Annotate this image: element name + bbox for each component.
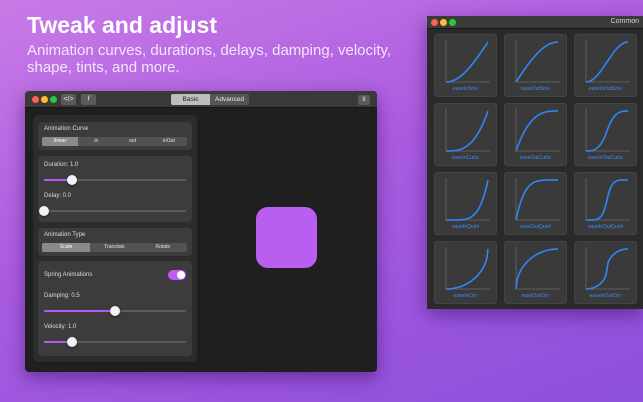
curves-minimize-button[interactable] — [440, 19, 447, 26]
curve-tile-easeincubic[interactable]: easeInCubic — [434, 103, 497, 166]
delay-label: Delay: 0.0 — [44, 193, 72, 199]
toggle-knob — [177, 271, 185, 279]
tab-advanced[interactable]: Advanced — [210, 94, 249, 105]
curve-line — [585, 248, 629, 290]
delay-slider[interactable] — [39, 206, 186, 216]
curve-option-in[interactable]: in — [78, 137, 114, 146]
curve-option-out[interactable]: out — [115, 137, 151, 146]
type-option-rotate[interactable]: Rotate — [139, 243, 187, 252]
pause-button[interactable]: II — [358, 95, 370, 105]
curve-tile-label: easeInCubic — [451, 155, 480, 161]
curve-tile-label: easeInOutSine — [588, 86, 623, 92]
curve-tile-easeoutsine[interactable]: easeOutSine — [504, 34, 567, 97]
curves-close-button[interactable] — [431, 19, 438, 26]
damping-slider-thumb[interactable] — [110, 306, 120, 316]
curve-axes — [445, 40, 490, 83]
velocity-slider-thumb[interactable] — [67, 337, 78, 347]
curve-tile-label: easeOutSine — [521, 86, 550, 92]
animation-type-selector: Scale Translate Rotate — [42, 243, 187, 252]
curve-tile-label: easeInOutCubic — [587, 155, 624, 161]
curve-option-inout[interactable]: inOut — [151, 137, 187, 146]
minimize-window-button[interactable] — [41, 96, 48, 103]
animation-curve-card: Animation Curve linear in out inOut — [38, 122, 192, 150]
curve-axes — [515, 40, 560, 83]
mode-tabs: Basic Advanced — [171, 94, 249, 105]
damping-slider[interactable] — [44, 306, 186, 316]
curve-line — [446, 179, 489, 221]
curve-tile-easeinoutsine[interactable]: easeInOutSine — [574, 34, 637, 97]
function-button[interactable]: f — [81, 94, 96, 105]
title-bar: </> f Basic Advanced II — [25, 91, 377, 108]
close-window-button[interactable] — [32, 96, 39, 103]
velocity-label: Velocity: 1.0 — [44, 324, 77, 330]
curve-tile-easeinoutquint[interactable]: easeInOutQuint — [574, 172, 637, 235]
spring-animations-label: Spring Animations — [44, 272, 93, 278]
curve-line — [515, 41, 559, 83]
settings-panel: Animation Curve linear in out inOut Dura… — [33, 115, 197, 362]
curve-tile-label: easeInOutCirc — [589, 293, 622, 299]
curves-window-title: Common — [610, 18, 639, 25]
zoom-window-button[interactable] — [50, 96, 57, 103]
curve-axes — [585, 247, 630, 290]
animation-curve-label: Animation Curve — [44, 126, 89, 132]
curve-tile-label: easeOutCubic — [519, 155, 552, 161]
code-button[interactable]: </> — [61, 94, 76, 105]
damping-slider-fill — [44, 310, 115, 312]
duration-slider[interactable] — [44, 175, 186, 185]
curve-tile-label: easeInOutQuint — [587, 224, 624, 230]
duration-slider-thumb[interactable] — [67, 175, 78, 185]
damping-label: Damping: 0.5 — [44, 293, 80, 299]
animation-type-card: Animation Type Scale Translate Rotate — [38, 228, 192, 256]
duration-label: Duration: 1.0 — [44, 162, 79, 168]
animation-curve-selector: linear in out inOut — [42, 137, 187, 146]
curve-option-linear[interactable]: linear — [42, 137, 79, 146]
curves-title-bar: Common — [427, 16, 643, 29]
spring-card: Spring Animations Damping: 0.5 Velocity:… — [38, 261, 192, 356]
tab-basic[interactable]: Basic — [171, 94, 210, 105]
curve-tile-easeinsine[interactable]: easeInSine — [434, 34, 497, 97]
curve-tile-easeinquint[interactable]: easeInQuint — [434, 172, 497, 235]
animation-preview-square — [256, 207, 317, 268]
curve-tile-easeoutcubic[interactable]: easeOutCubic — [504, 103, 567, 166]
velocity-slider[interactable] — [44, 337, 186, 347]
delay-slider-thumb[interactable] — [39, 206, 49, 216]
curve-tile-label: easeInSine — [452, 86, 479, 92]
main-window: </> f Basic Advanced II Animation Curve … — [25, 91, 377, 372]
curve-tile-label: easeOutCirc — [521, 293, 550, 299]
animation-type-label: Animation Type — [44, 232, 86, 238]
curve-line — [515, 248, 559, 290]
curves-window: Common easeInSine easeOutSine easeInOutSin… — [427, 16, 643, 309]
hero-title: Tweak and adjust — [27, 12, 218, 38]
curve-tile-easeincirc[interactable]: easeInCirc — [434, 241, 497, 304]
type-option-translate[interactable]: Translate — [90, 243, 138, 252]
curve-line — [585, 41, 629, 83]
type-option-scale[interactable]: Scale — [42, 243, 91, 252]
curve-tile-label: easeOutQuint — [520, 224, 551, 230]
curve-tile-easeinoutcubic[interactable]: easeInOutCubic — [574, 103, 637, 166]
curve-line — [586, 110, 628, 152]
curve-line — [445, 41, 489, 83]
curve-line — [515, 179, 558, 221]
curve-line — [515, 110, 558, 152]
curve-line — [446, 110, 489, 152]
curve-tile-easeoutcirc[interactable]: easeOutCirc — [504, 241, 567, 304]
hero-subtitle: Animation curves, durations, delays, dam… — [27, 42, 392, 76]
curve-tile-label: easeInQuint — [452, 224, 479, 230]
curve-tile-easeoutquint[interactable]: easeOutQuint — [504, 172, 567, 235]
timing-card: Duration: 1.0 Delay: 0.0 — [38, 156, 192, 222]
curve-line — [445, 248, 489, 290]
curve-line — [586, 179, 628, 221]
spring-animations-toggle[interactable] — [168, 270, 186, 280]
curve-tile-easeinoutcirc[interactable]: easeInOutCirc — [574, 241, 637, 304]
curve-tile-label: easeInCirc — [453, 293, 478, 299]
curves-zoom-button[interactable] — [449, 19, 456, 26]
